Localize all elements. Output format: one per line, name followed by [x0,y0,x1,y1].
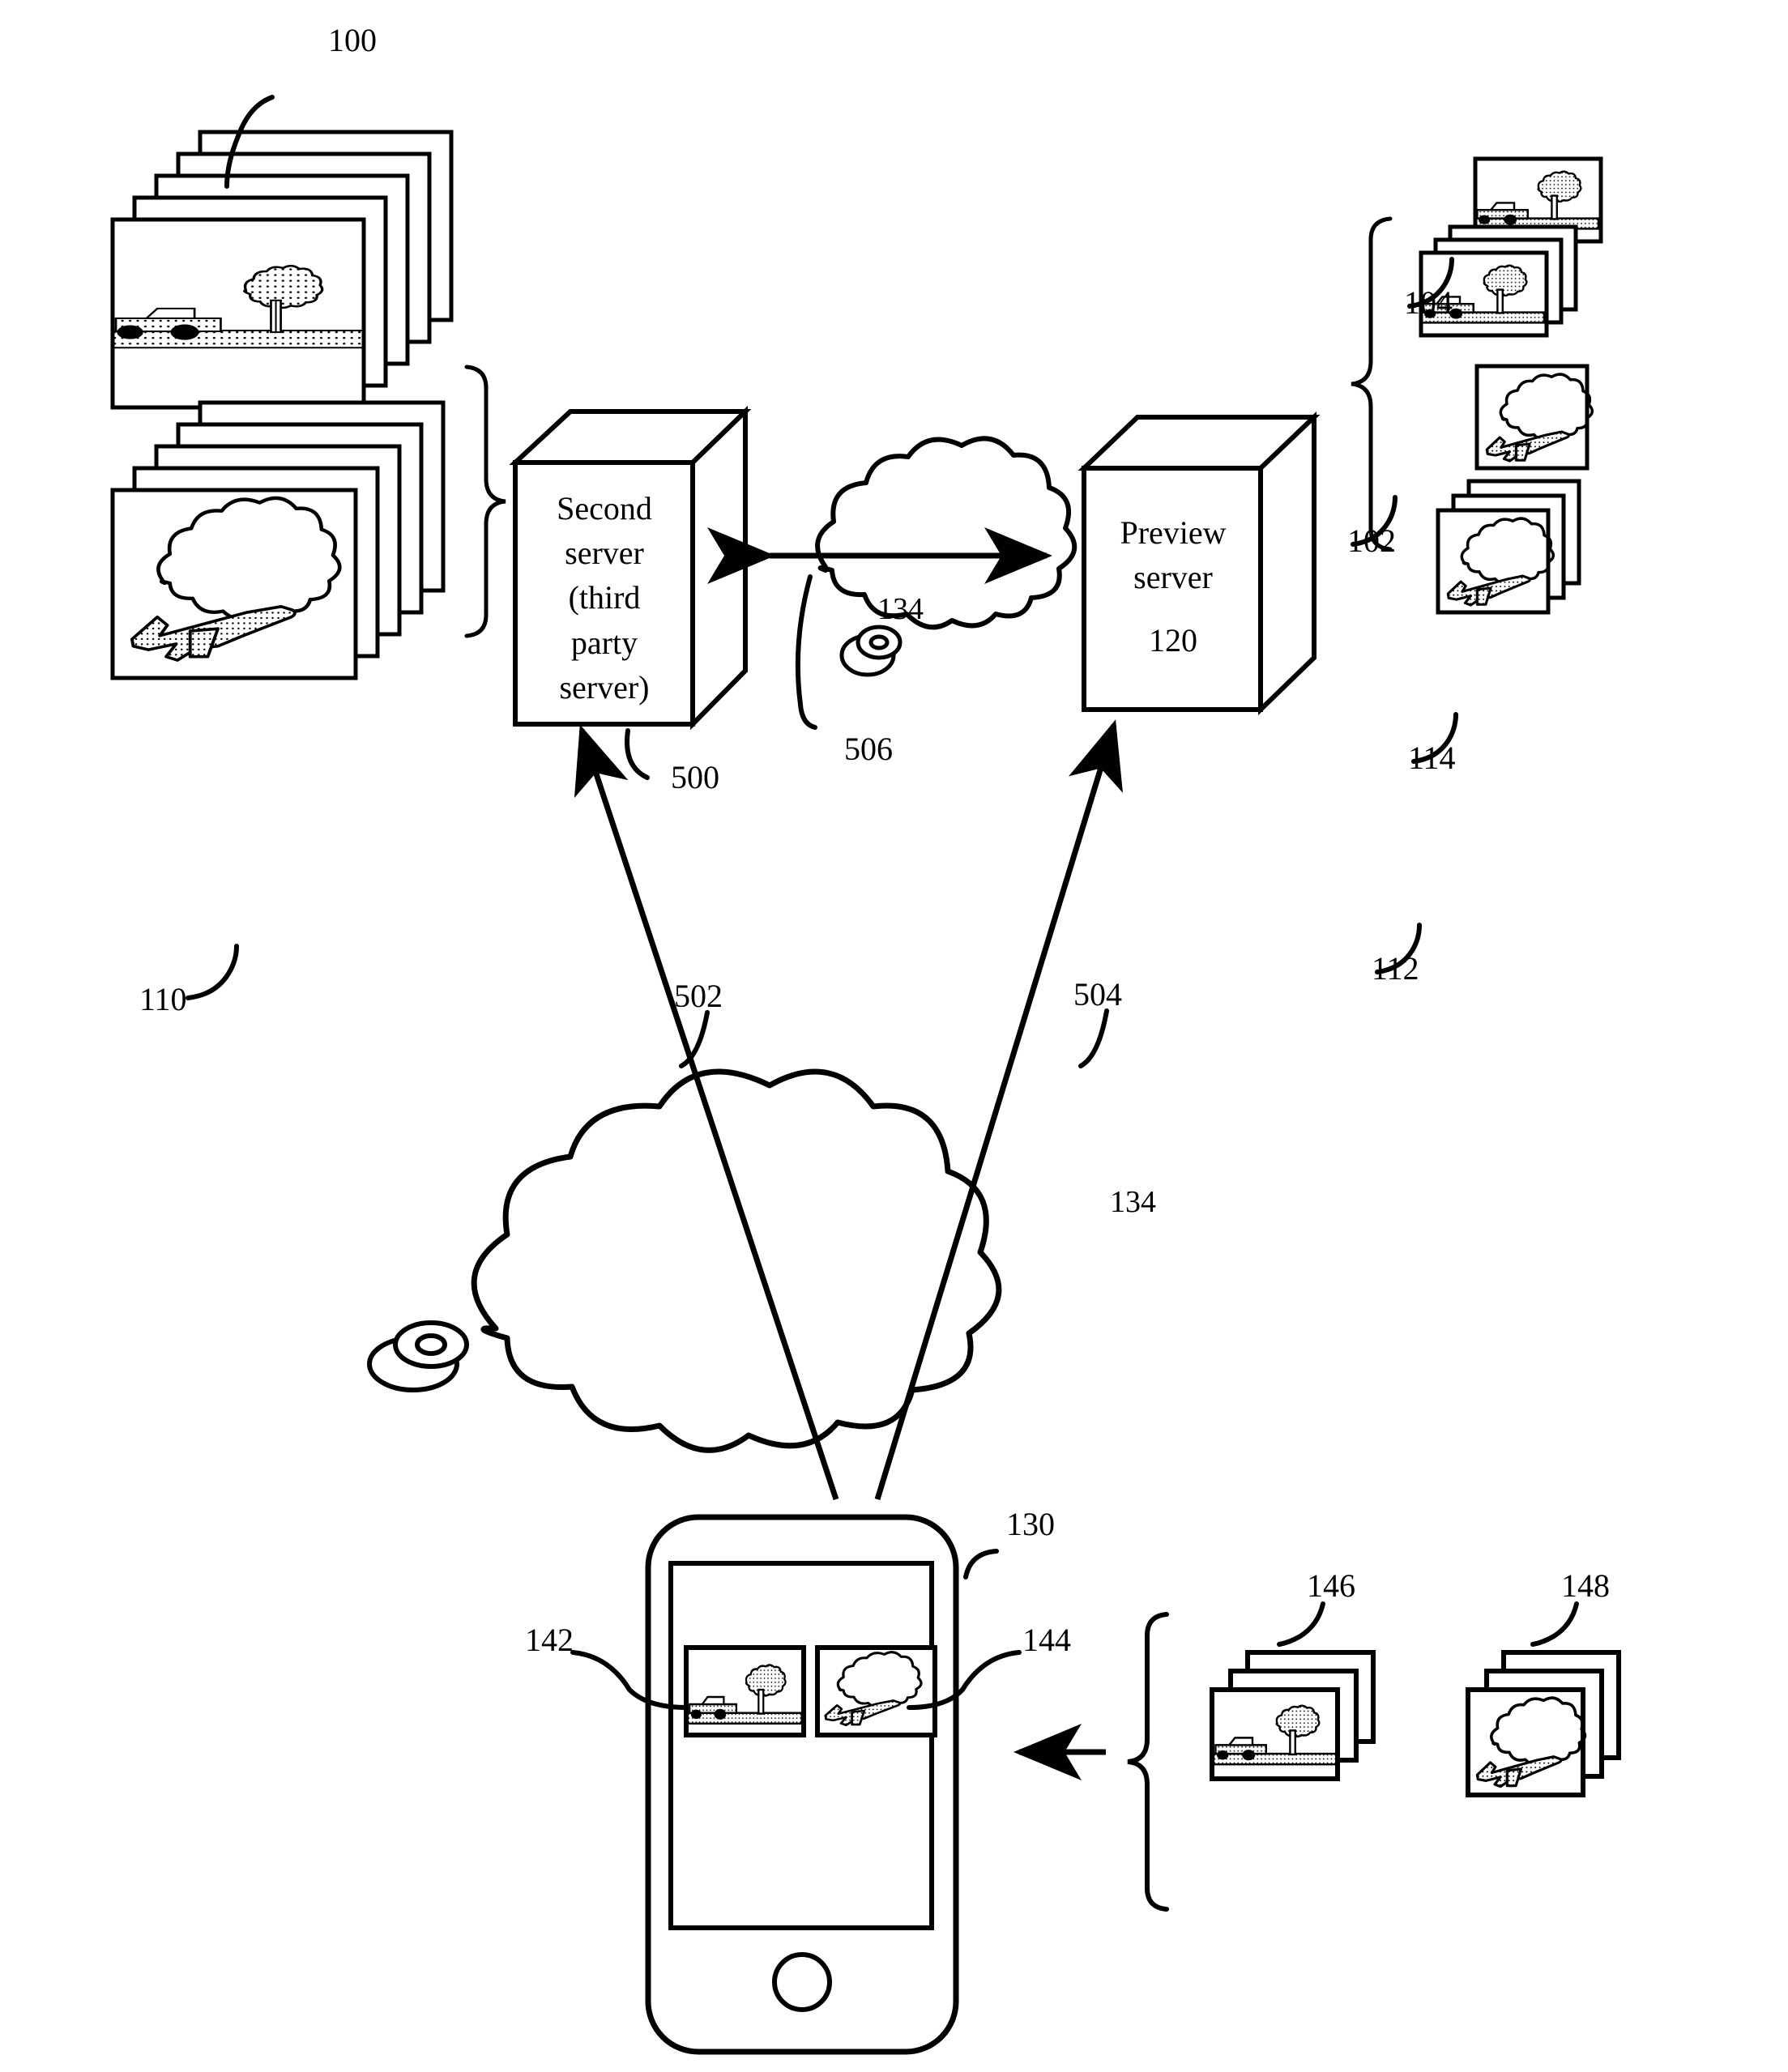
leader-130 [963,1549,999,1580]
ref-130: 130 [1006,1506,1055,1542]
phone-thumb-144 [815,1645,937,1737]
ref-114: 114 [1408,740,1456,776]
small-cloud-number: 134 [877,592,924,626]
leader-504 [1078,1008,1109,1068]
preview-server-label: Preview server [1120,514,1227,596]
preview-server-number: 120 [1149,622,1197,659]
left-grouping-brace [464,365,506,638]
right-grouping-brace [1351,216,1393,552]
phone-device [645,1514,959,2055]
leader-506 [795,574,817,730]
ref-506: 506 [844,731,893,767]
image-stack-110 [110,400,446,680]
ref-104: 104 [1404,284,1453,321]
second-server-label: Second server (third party server) [557,490,652,706]
leader-110 [186,944,239,1000]
ref-142: 142 [525,1622,574,1658]
ref-110: 110 [139,981,187,1017]
leader-146 [1277,1601,1325,1647]
ref-102: 102 [1347,522,1396,559]
ref-502: 502 [674,978,723,1014]
ref-144: 144 [1022,1622,1071,1658]
image-stack-100 [110,130,454,410]
ref-500: 500 [671,759,719,795]
ref-146: 146 [1307,1567,1355,1604]
big-cloud-number: 134 [1110,1185,1156,1219]
ref-112: 112 [1372,950,1419,987]
phone-thumb-142 [684,1645,806,1737]
network-cloud-big [367,1068,1002,1453]
figure-canvas: Second server (third party server) Previ… [0,0,1788,2072]
image-stack-112 [1436,479,1581,615]
leader-148 [1530,1601,1579,1647]
ref-504: 504 [1073,976,1122,1013]
image-stack-146 [1210,1650,1376,1781]
leader-500 [625,728,650,780]
ref-100: 100 [328,22,377,58]
ref-148: 148 [1561,1567,1610,1604]
diagram-vector-layer [110,95,1621,2055]
image-stack-148 [1466,1650,1621,1797]
image-stack-114 [1474,364,1594,471]
bottom-grouping-brace [1127,1612,1169,1912]
